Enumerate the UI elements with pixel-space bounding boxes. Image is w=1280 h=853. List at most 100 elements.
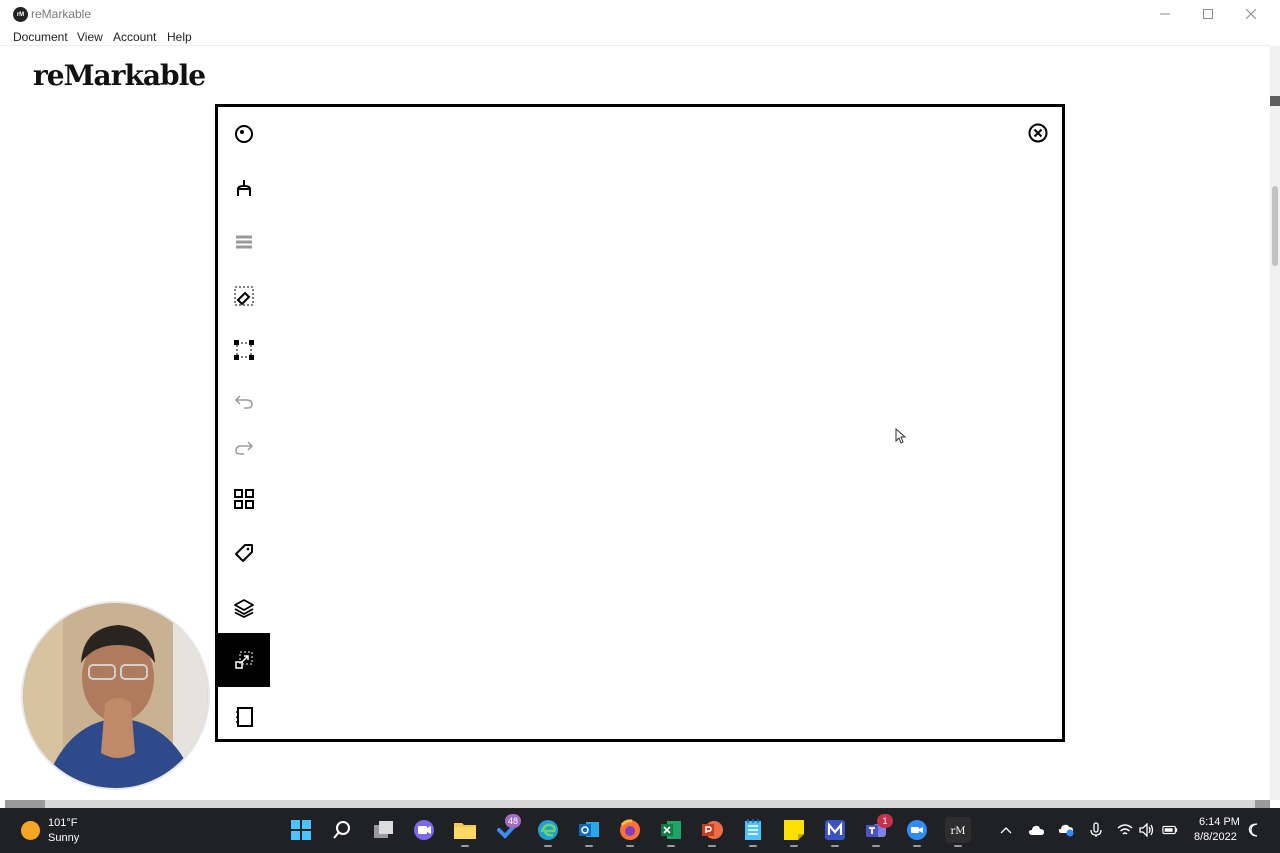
vertical-scroll-thumb[interactable]: [1272, 186, 1278, 266]
sticky-notes-icon: [784, 820, 804, 840]
notepad-icon: [745, 819, 761, 840]
layers-icon: [234, 599, 254, 618]
maximize-button[interactable]: [1186, 0, 1230, 28]
horizontal-scroll-thumb[interactable]: [45, 800, 1255, 808]
outlook-icon: [579, 822, 599, 837]
sticky-notes-button[interactable]: [781, 817, 807, 847]
redo-icon: [235, 441, 254, 455]
close-toolbar-button[interactable]: [1027, 122, 1049, 144]
teams-badge: 1: [877, 814, 893, 828]
start-button[interactable]: [288, 817, 314, 843]
search-button[interactable]: [329, 817, 355, 843]
zoom-button[interactable]: [904, 817, 930, 847]
powerpoint-button[interactable]: [699, 817, 725, 847]
volume-tray-button[interactable]: [1139, 822, 1155, 838]
toolbar-panel: [215, 104, 1065, 742]
notepad-button[interactable]: [740, 817, 766, 847]
pen-tip-icon: [237, 180, 251, 196]
m-app-icon: [825, 820, 845, 840]
selection-icon: [234, 340, 254, 360]
remarkable-icon: rM: [950, 826, 965, 837]
remarkable-taskbar-button[interactable]: rM: [945, 817, 971, 847]
file-explorer-button[interactable]: [452, 817, 478, 847]
menu-document[interactable]: Document: [13, 30, 68, 44]
page-overview-button[interactable]: [218, 472, 270, 526]
show-hidden-icons-button[interactable]: [998, 822, 1014, 838]
undo-icon: [234, 395, 253, 409]
cloud-tray-button[interactable]: [1028, 822, 1044, 838]
menu-account[interactable]: Account: [113, 30, 156, 44]
text-formatting-button: [218, 215, 270, 269]
move-selection-icon: [235, 651, 253, 669]
menu-help[interactable]: Help: [167, 30, 192, 44]
menu-view[interactable]: View: [77, 30, 103, 44]
task-view-button[interactable]: [371, 817, 397, 843]
taskbar-time[interactable]: 6:14 PM: [1199, 816, 1240, 828]
chevron-up-icon: [1000, 827, 1012, 834]
battery-tray-button[interactable]: [1162, 822, 1178, 838]
todo-badge: 48: [505, 814, 522, 828]
battery-icon: [1162, 825, 1178, 835]
moon-icon: [1248, 823, 1258, 837]
excel-button[interactable]: [658, 817, 684, 847]
notebook-button[interactable]: [218, 690, 270, 744]
sun-icon[interactable]: [21, 821, 40, 840]
folder-icon: [454, 823, 476, 839]
microphone-tray-button[interactable]: [1088, 822, 1104, 838]
svg-text:rM: rM: [950, 826, 965, 837]
firefox-icon: [620, 819, 640, 840]
minimize-icon: [1160, 13, 1170, 15]
notifications-button[interactable]: [1247, 822, 1263, 838]
onedrive-icon: [1058, 824, 1074, 837]
outlook-button[interactable]: [576, 817, 602, 847]
redo-button: [218, 421, 270, 475]
search-icon: [333, 821, 350, 839]
excel-icon: [661, 821, 681, 839]
vertical-scrollbar[interactable]: [1270, 46, 1280, 800]
brand-logo: reMarkable: [33, 59, 206, 92]
menu-bar: Document View Account Help: [0, 28, 1270, 46]
task-view-icon: [374, 821, 393, 838]
minimize-button[interactable]: [1143, 0, 1187, 28]
webcam-overlay: [21, 601, 210, 790]
microphone-icon: [1090, 822, 1102, 837]
eraser-button[interactable]: [218, 269, 270, 323]
tags-button[interactable]: [218, 526, 270, 580]
wifi-tray-button[interactable]: [1117, 822, 1133, 838]
onedrive-tray-button[interactable]: [1058, 822, 1074, 838]
windows-start-icon: [291, 820, 311, 840]
chat-camera-icon: [414, 820, 434, 840]
wifi-icon: [1117, 824, 1133, 835]
writing-tools-button[interactable]: [218, 161, 270, 215]
powerpoint-icon: [702, 821, 723, 839]
taskbar-date[interactable]: 8/8/2022: [1194, 831, 1237, 843]
layers-button[interactable]: [218, 581, 270, 635]
eraser-icon: [234, 286, 254, 306]
window-title: reMarkable: [31, 7, 92, 21]
title-bar: rM reMarkable: [0, 0, 1280, 28]
close-window-button[interactable]: [1229, 0, 1273, 28]
firefox-button[interactable]: [617, 817, 643, 847]
maximize-icon: [1203, 9, 1213, 19]
app-logo-icon: rM: [13, 7, 28, 22]
edge-button[interactable]: [535, 817, 561, 847]
presenter-video-image: [23, 603, 208, 788]
weather-temperature[interactable]: 101°F: [48, 817, 77, 829]
m-app-button[interactable]: [822, 817, 848, 847]
move-page-button[interactable]: [218, 633, 270, 687]
mouse-cursor-icon: [895, 428, 907, 444]
zoom-icon: [907, 820, 927, 840]
weather-condition[interactable]: Sunny: [48, 832, 79, 844]
close-circle-icon: [1028, 123, 1048, 143]
close-icon: [1246, 9, 1256, 19]
hide-menu-button[interactable]: [218, 107, 270, 161]
cloud-icon: [1028, 825, 1044, 835]
text-lines-icon: [236, 235, 252, 249]
edge-icon: [538, 820, 558, 840]
circle-dot-icon: [235, 125, 253, 143]
tag-icon: [235, 544, 253, 562]
scroll-up-arrow[interactable]: [1270, 96, 1280, 106]
grid-icon: [234, 489, 254, 509]
selection-button[interactable]: [218, 323, 270, 377]
chat-button[interactable]: [411, 817, 437, 843]
